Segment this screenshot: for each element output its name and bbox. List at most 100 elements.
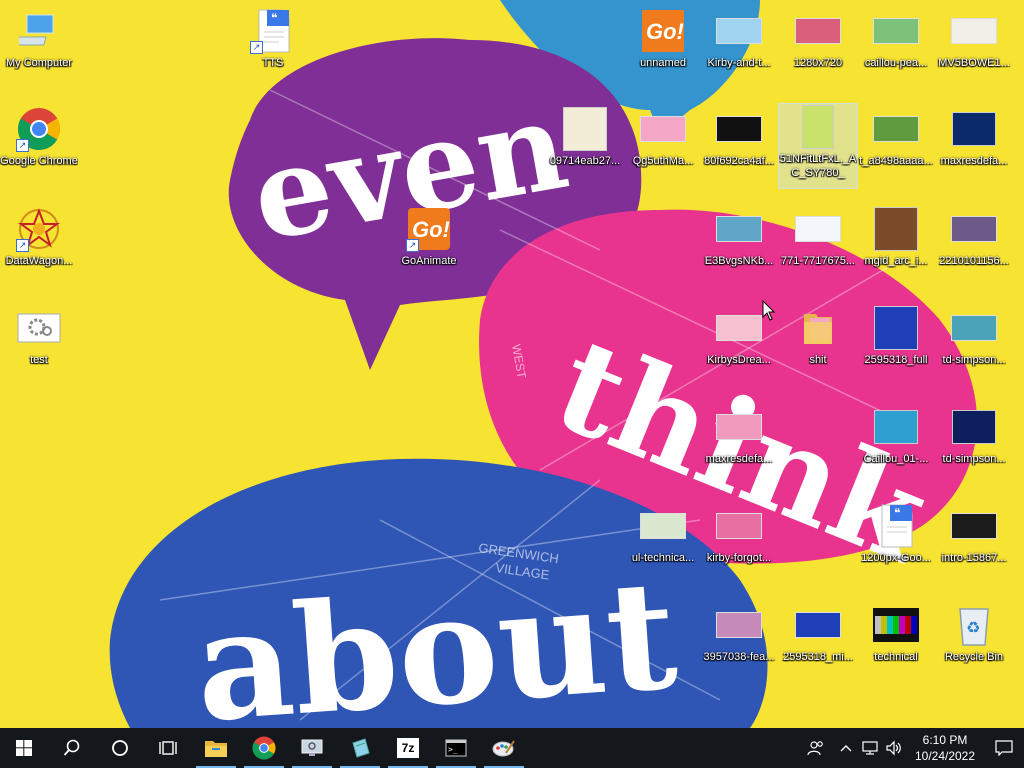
desktop-icon-label: Recycle Bin — [944, 651, 1004, 663]
search-icon — [63, 739, 80, 756]
cortana-button[interactable] — [96, 728, 144, 768]
desktop-icon-label: KirbysDrea... — [707, 354, 771, 366]
taskbar-app-file-explorer[interactable] — [192, 728, 240, 768]
network-icon — [862, 741, 878, 755]
desktop-icon-unnamed[interactable]: Go! unnamed — [624, 8, 702, 70]
svg-text:>_: >_ — [448, 745, 458, 754]
desktop-icon-mv5bowe1[interactable]: MV5BOWE1... — [935, 8, 1013, 70]
system-tray: 6:10 PM 10/24/2022 — [798, 728, 1024, 768]
taskbar-app-notepad[interactable] — [336, 728, 384, 768]
desktop-icon-label: Qg5uthMa... — [632, 155, 694, 167]
goanimate-image-icon: Go! — [640, 8, 686, 54]
task-view-icon — [159, 741, 177, 755]
desktop-icon-maxresdefa-2[interactable]: maxresdefa... — [700, 404, 778, 466]
recycle-bin-icon: ♻ — [951, 602, 997, 648]
desktop-icon-label: E3BvgsNKb... — [704, 255, 774, 267]
desktop-icon-intro-15867[interactable]: intro-15867... — [935, 503, 1013, 565]
desktop-icon-td-simpson-1[interactable]: td-simpson... — [935, 305, 1013, 367]
desktop-icon-td-simpson-2[interactable]: td-simpson... — [935, 404, 1013, 466]
desktop-icon-e3bvgsnkb[interactable]: E3BvgsNKb... — [700, 206, 778, 268]
desktop-icon-1280x720[interactable]: 1280x720 — [779, 8, 857, 70]
image-thumbnail-icon — [640, 503, 686, 549]
paint-icon — [492, 740, 515, 757]
image-thumbnail-icon — [951, 503, 997, 549]
desktop-icon-label: 3957038-fea... — [703, 651, 775, 663]
chevron-up-icon — [840, 745, 852, 752]
desktop-icon-datawagon[interactable]: ↗ DataWagon... — [0, 206, 78, 268]
desktop-icon-my-computer[interactable]: My Computer — [0, 8, 78, 70]
desktop-icon-test[interactable]: test — [0, 305, 78, 367]
desktop-icon-80f692ca4af[interactable]: 80f692ca4af... — [700, 106, 778, 168]
action-center-button[interactable] — [984, 728, 1024, 768]
desktop-icon-09714eab27[interactable]: 09714eab27... — [546, 106, 624, 168]
chrome-icon — [252, 736, 276, 760]
start-button[interactable] — [0, 728, 48, 768]
search-button[interactable] — [48, 728, 96, 768]
desktop-icon-label: 771-7717675... — [780, 255, 855, 267]
desktop-icon-mgid-arc-i[interactable]: mgid_arc_i... — [857, 206, 935, 268]
desktop-icon-label: td-simpson... — [942, 354, 1006, 366]
desktop-icon-2595318-mi[interactable]: 2595318_mi... — [779, 602, 857, 664]
svg-text:Go!: Go! — [646, 19, 684, 44]
desktop-icon-label: 09714eab27... — [549, 155, 621, 167]
notepad-icon — [352, 738, 370, 758]
desktop-icon-kirby-and-t[interactable]: Kirby-and-t... — [700, 8, 778, 70]
taskbar-app-7zip[interactable]: 7z — [384, 728, 432, 768]
desktop-icon-goanimate[interactable]: Go! ↗ GoAnimate — [390, 206, 468, 268]
image-thumbnail-icon — [873, 8, 919, 54]
desktop-icon-1200px-goo[interactable]: ❝ 1200px-Goo... — [857, 503, 935, 565]
image-thumbnail-icon — [951, 305, 997, 351]
desktop-icon-2210101156[interactable]: 2210101156... — [935, 206, 1013, 268]
desktop-icon-3957038-fea[interactable]: 3957038-fea... — [700, 602, 778, 664]
desktop-icon-caillou-pea[interactable]: caillou-pea... — [857, 8, 935, 70]
taskbar-clock[interactable]: 6:10 PM 10/24/2022 — [906, 732, 984, 764]
desktop-icon-recycle-bin[interactable]: ♻ Recycle Bin — [935, 602, 1013, 664]
computer-icon — [16, 8, 62, 54]
image-thumbnail-icon — [716, 206, 762, 252]
desktop-icon-label: mgid_arc_i... — [864, 255, 928, 267]
action-center-icon — [995, 740, 1013, 756]
desktop-icon-qg5uthma[interactable]: Qg5uthMa... — [624, 106, 702, 168]
image-thumbnail-icon — [951, 404, 997, 450]
desktop-icon-technical[interactable]: technical — [857, 602, 935, 664]
7zip-icon: 7z — [397, 738, 419, 758]
desktop-icon-label: 51NFitLtFxL._AC_SY780_ — [779, 153, 857, 179]
network-button[interactable] — [858, 728, 882, 768]
image-thumbnail-icon — [795, 602, 841, 648]
shortcut-arrow-icon: ↗ — [250, 41, 263, 54]
desktop-icon-kirby-forgot[interactable]: kirby-forgot... — [700, 503, 778, 565]
image-thumbnail-icon — [951, 106, 997, 152]
desktop-icon-folder-shit[interactable]: shit — [779, 305, 857, 367]
image-thumbnail-icon — [795, 104, 841, 150]
taskbar-app-chrome[interactable] — [240, 728, 288, 768]
image-thumbnail-icon — [873, 404, 919, 450]
clock-date: 10/24/2022 — [914, 749, 976, 763]
image-thumbnail-icon — [640, 106, 686, 152]
taskbar-app-display-settings[interactable] — [288, 728, 336, 768]
desktop-icon-google-chrome[interactable]: ↗ Google Chrome — [0, 106, 78, 168]
desktop-icon-2595318-full[interactable]: 2595318_full — [857, 305, 935, 367]
desktop-icon-tts[interactable]: ❝ ↗ TTS — [234, 8, 312, 70]
desktop-icon-51nfitltfxl[interactable]: 51NFitLtFxL._AC_SY780_ — [778, 103, 858, 189]
task-view-button[interactable] — [144, 728, 192, 768]
desktop-icon-label: ul-technica... — [631, 552, 695, 564]
desktop-icon-label: GoAnimate — [401, 255, 457, 267]
desktop-icon-t-a8498aaaa[interactable]: t_a8498aaaa... — [857, 106, 935, 168]
windows-logo-icon — [16, 740, 32, 756]
shortcut-arrow-icon: ↗ — [406, 239, 419, 252]
desktop[interactable]: GREENWICH VILLAGE WEST even think about … — [0, 0, 1024, 728]
volume-button[interactable] — [882, 728, 906, 768]
desktop-icon-ul-technica[interactable]: ul-technica... — [624, 503, 702, 565]
desktop-icon-maxresdefa-1[interactable]: maxresdefa... — [935, 106, 1013, 168]
chrome-icon: ↗ — [16, 106, 62, 152]
settings-file-icon — [16, 305, 62, 351]
desktop-icon-label: Google Chrome — [0, 155, 78, 167]
taskbar-app-command-prompt[interactable]: >_ — [432, 728, 480, 768]
people-button[interactable] — [798, 728, 834, 768]
desktop-icon-771-7717675[interactable]: 771-7717675... — [779, 206, 857, 268]
desktop-icon-caillou-01[interactable]: Caillou_01-... — [857, 404, 935, 466]
show-hidden-icons-button[interactable] — [834, 728, 858, 768]
document-shortcut-icon: ❝ ↗ — [250, 8, 296, 54]
desktop-icon-label: Kirby-and-t... — [707, 57, 771, 69]
taskbar-app-paint[interactable] — [480, 728, 528, 768]
